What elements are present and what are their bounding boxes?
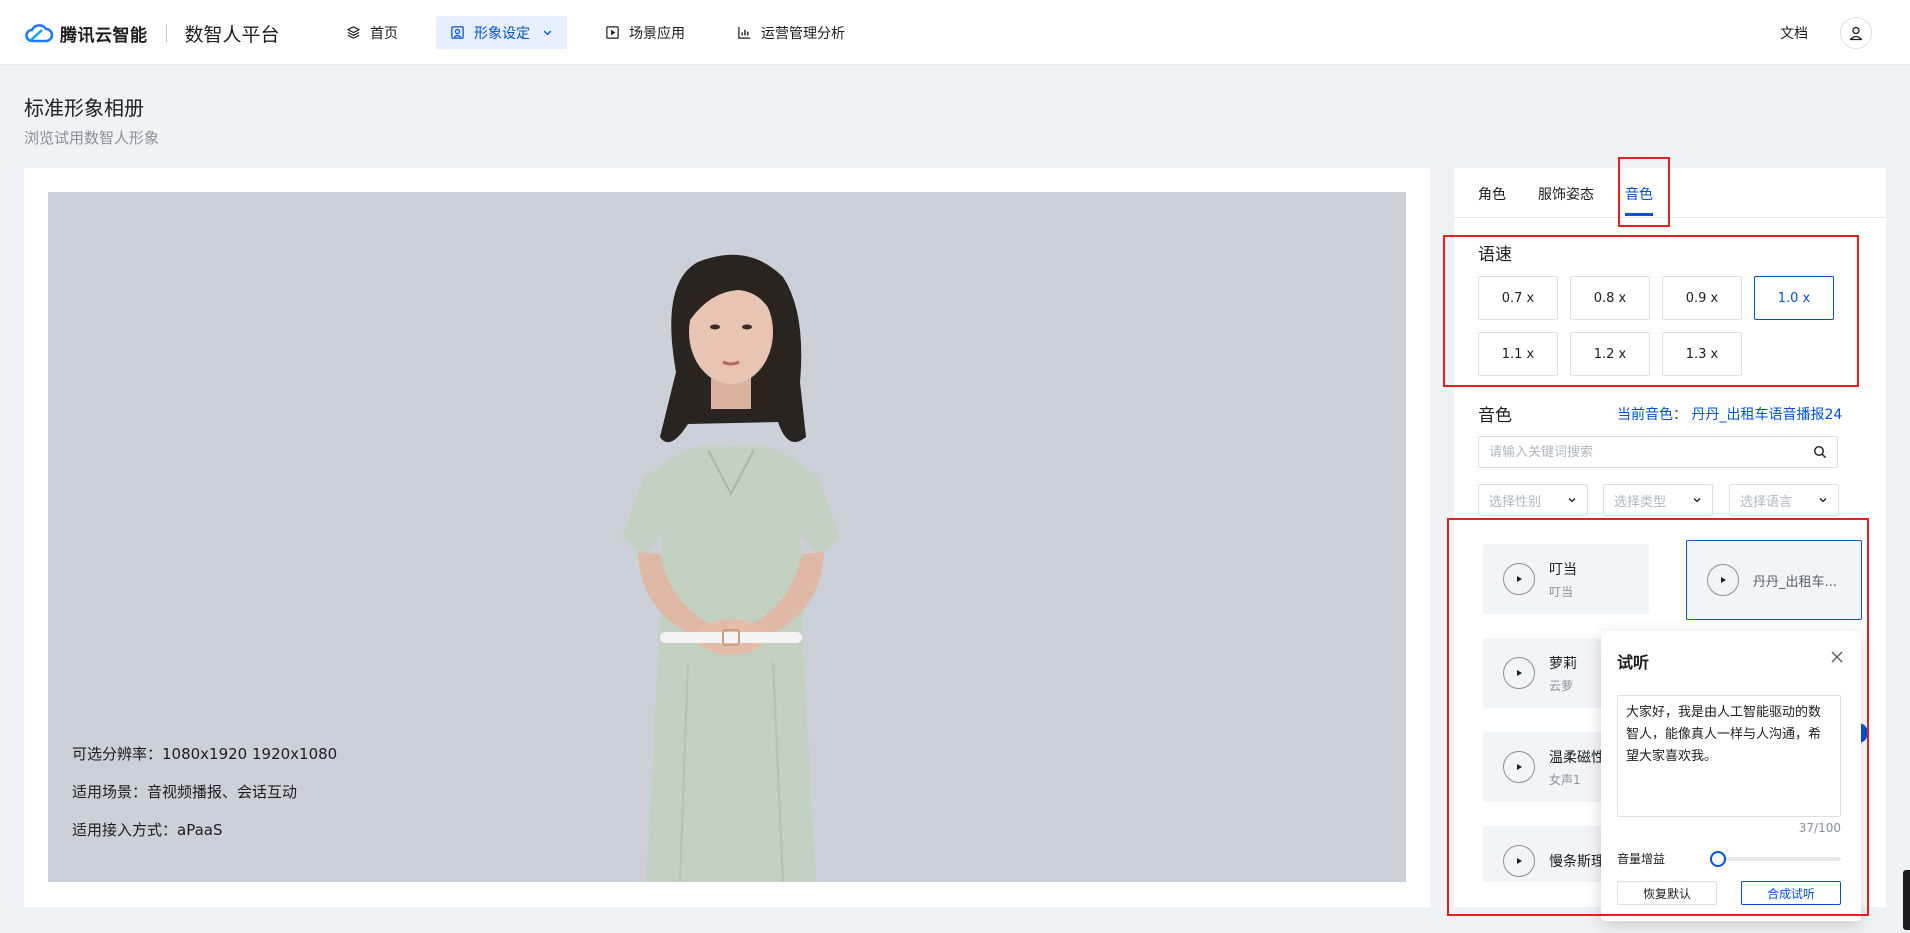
preview-listen-popover: 试听 大家好，我是由人工智能驱动的数智人，能像真人一样与人沟通，希望大家喜欢我。… — [1601, 631, 1861, 921]
panel-tabs: 角色 服饰姿态 音色 — [1454, 168, 1886, 218]
speed-label: 语速 — [1478, 245, 1512, 265]
nav-label: 运营管理分析 — [761, 25, 845, 42]
play-icon[interactable] — [1503, 751, 1535, 783]
docs-link[interactable]: 文档 — [1780, 23, 1808, 43]
nav-label: 首页 — [370, 25, 398, 42]
cloud-logo-icon — [25, 24, 54, 43]
play-icon[interactable] — [1707, 564, 1739, 596]
current-voice-link[interactable]: 当前音色： 丹丹_出租车语音播报24 — [1617, 404, 1842, 424]
voice-card[interactable]: 叮当 叮当 — [1483, 544, 1649, 614]
voice-name: 慢条斯理 — [1549, 854, 1605, 870]
voice-sub: 女声1 — [1549, 772, 1581, 787]
top-right-actions: 文档 — [1780, 17, 1872, 49]
search-icon[interactable] — [1813, 445, 1827, 459]
top-bar: 腾讯云智能 数智人平台 首页 形象设定 场景应用 运营管理分析 文档 — [0, 0, 1910, 65]
voice-label: 音色 — [1478, 406, 1512, 426]
nav-label: 形象设定 — [474, 25, 530, 42]
listen-text-input[interactable]: 大家好，我是由人工智能驱动的数智人，能像真人一样与人沟通，希望大家喜欢我。 — [1617, 695, 1841, 817]
speed-option-0-9[interactable]: 0.9 x — [1662, 276, 1742, 320]
speed-option-0-8[interactable]: 0.8 x — [1570, 276, 1650, 320]
preview-card: 可选分辨率：1080x1920 1920x1080 适用场景：音视频播报、会话互… — [24, 168, 1430, 907]
voice-sub: 叮当 — [1549, 584, 1574, 599]
active-tab-indicator — [1625, 213, 1653, 216]
chevron-down-icon — [1693, 498, 1701, 503]
user-icon — [1849, 26, 1863, 41]
page-title: 标准形象相册 — [24, 96, 144, 120]
chevron-down-icon — [1568, 498, 1576, 503]
char-count: 37/100 — [1798, 821, 1841, 835]
brand-logo[interactable]: 腾讯云智能 数智人平台 — [24, 18, 280, 48]
portrait-icon — [451, 26, 464, 39]
voice-card-selected[interactable]: 丹丹_出租车... — [1686, 540, 1862, 620]
speed-option-1-2[interactable]: 1.2 x — [1570, 332, 1650, 376]
voice-name: 萝莉 — [1549, 655, 1577, 672]
chevron-down-icon — [1819, 498, 1827, 503]
chevron-down-icon — [543, 30, 552, 36]
gender-filter[interactable]: 选择性别 — [1478, 484, 1588, 516]
play-icon[interactable] — [1503, 845, 1535, 877]
play-square-icon — [606, 26, 619, 39]
play-icon[interactable] — [1503, 563, 1535, 595]
speed-option-1-3[interactable]: 1.3 x — [1662, 332, 1742, 376]
nav-label: 场景应用 — [629, 25, 685, 42]
volume-slider-track[interactable] — [1715, 857, 1841, 861]
user-avatar-button[interactable] — [1840, 17, 1872, 49]
voice-name: 温柔磁性 — [1549, 749, 1605, 766]
voice-search-box — [1478, 436, 1838, 468]
tab-role[interactable]: 角色 — [1478, 184, 1506, 204]
reset-default-button[interactable]: 恢复默认 — [1617, 881, 1717, 905]
voice-search-input[interactable] — [1489, 444, 1813, 460]
synthesize-listen-button[interactable]: 合成试听 — [1741, 881, 1841, 905]
volume-gain-label: 音量增益 — [1617, 852, 1666, 866]
filter-label: 选择类型 — [1614, 494, 1667, 510]
brand-divider — [165, 24, 167, 42]
volume-slider-thumb[interactable] — [1710, 851, 1726, 867]
digital-human-figure — [622, 254, 840, 882]
voice-sub: 云萝 — [1549, 678, 1574, 693]
avatar-stage — [48, 192, 1406, 882]
resolution-info: 可选分辨率：1080x1920 1920x1080 — [72, 745, 338, 763]
speed-option-1-0[interactable]: 1.0 x — [1754, 276, 1834, 320]
access-info: 适用接入方式：aPaaS — [72, 821, 223, 839]
filter-label: 选择性别 — [1489, 494, 1542, 510]
nav-item-home[interactable]: 首页 — [332, 16, 412, 49]
close-icon[interactable] — [1829, 649, 1845, 665]
scenario-info: 适用场景：音视频播报、会话互动 — [72, 783, 298, 801]
popover-title: 试听 — [1617, 653, 1650, 672]
filter-label: 选择语言 — [1740, 494, 1793, 510]
speed-option-1-1[interactable]: 1.1 x — [1478, 332, 1558, 376]
type-filter[interactable]: 选择类型 — [1603, 484, 1713, 516]
layers-icon — [347, 26, 360, 39]
page-subtitle: 浏览试用数智人形象 — [24, 129, 160, 147]
voice-name: 丹丹_出租车... — [1753, 574, 1837, 590]
play-icon[interactable] — [1503, 657, 1535, 689]
voice-name: 叮当 — [1549, 561, 1577, 578]
platform-name: 数智人平台 — [184, 23, 280, 46]
nav-item-avatar-settings[interactable]: 形象设定 — [436, 16, 567, 49]
main-nav: 首页 形象设定 场景应用 运营管理分析 — [332, 16, 883, 49]
brand-name: 腾讯云智能 — [60, 25, 148, 46]
tab-voice[interactable]: 音色 — [1625, 184, 1653, 204]
page-scrollbar[interactable] — [1903, 870, 1910, 930]
bar-chart-icon — [738, 26, 751, 39]
language-filter[interactable]: 选择语言 — [1729, 484, 1839, 516]
nav-item-analytics[interactable]: 运营管理分析 — [723, 16, 859, 49]
tab-outfit-pose[interactable]: 服饰姿态 — [1538, 184, 1594, 204]
nav-item-scenes[interactable]: 场景应用 — [591, 16, 699, 49]
speed-option-0-7[interactable]: 0.7 x — [1478, 276, 1558, 320]
